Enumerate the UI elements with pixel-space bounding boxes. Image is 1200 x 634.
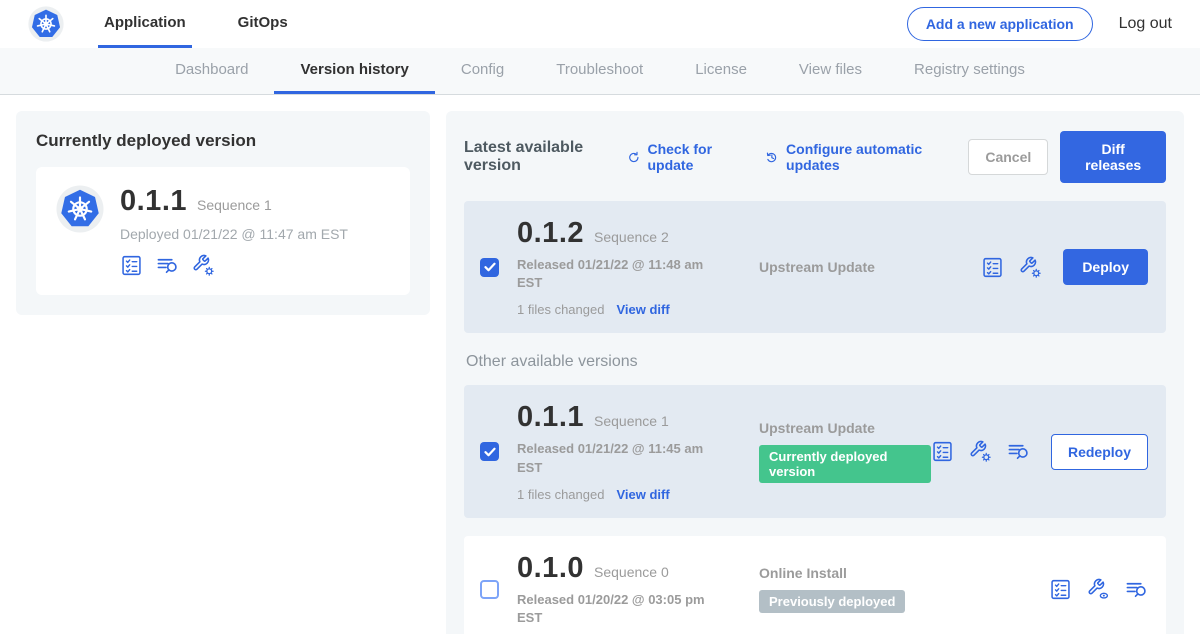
- add-new-application-button[interactable]: Add a new application: [907, 7, 1093, 41]
- version-row-0-1-2: 0.1.2 Sequence 2 Released 01/21/22 @ 11:…: [464, 201, 1166, 333]
- released-timestamp: Released 01/20/22 @ 03:05 pm EST: [517, 591, 717, 627]
- tab-troubleshoot[interactable]: Troubleshoot: [530, 48, 669, 94]
- source-label: Upstream Update: [759, 259, 981, 275]
- app-logo: [28, 0, 64, 48]
- top-tabs: Application GitOps: [98, 0, 294, 48]
- version-actions: Redeploy: [931, 434, 1148, 470]
- logout-link[interactable]: Log out: [1119, 15, 1172, 33]
- version-number: 0.1.0: [517, 552, 584, 585]
- tab-gitops[interactable]: GitOps: [232, 0, 294, 48]
- latest-available-header: Latest available version Check for updat…: [464, 131, 1166, 183]
- deploy-logs-icon[interactable]: [1007, 440, 1030, 463]
- tab-dashboard[interactable]: Dashboard: [149, 48, 274, 94]
- version-row-0-1-1: 0.1.1 Sequence 1 Released 01/21/22 @ 11:…: [464, 385, 1166, 517]
- version-info: 0.1.2 Sequence 2 Released 01/21/22 @ 11:…: [517, 217, 727, 317]
- deployed-timestamp: Deployed 01/21/22 @ 11:47 am EST: [120, 226, 348, 242]
- version-number: 0.1.2: [517, 217, 584, 250]
- sequence-label: Sequence 2: [594, 229, 669, 245]
- deploy-button[interactable]: Deploy: [1063, 249, 1148, 285]
- deployed-version-card: 0.1.1 Sequence 1 Deployed 01/21/22 @ 11:…: [36, 167, 410, 295]
- source-label: Upstream Update: [759, 420, 931, 436]
- available-versions-panel: Latest available version Check for updat…: [446, 111, 1184, 634]
- tab-view-files[interactable]: View files: [773, 48, 888, 94]
- source-label: Online Install: [759, 565, 1049, 581]
- tab-version-history[interactable]: Version history: [274, 48, 434, 94]
- files-changed-label: 1 files changed: [517, 487, 604, 502]
- version-source: Upstream Update Currently deployed versi…: [727, 420, 931, 483]
- preflight-checks-icon[interactable]: [931, 440, 954, 463]
- other-available-versions-title: Other available versions: [466, 353, 1164, 371]
- previously-deployed-badge: Previously deployed: [759, 590, 905, 613]
- sequence-label: Sequence 0: [594, 564, 669, 580]
- released-timestamp: Released 01/21/22 @ 11:45 am EST: [517, 440, 717, 476]
- edit-config-icon[interactable]: [1019, 256, 1042, 279]
- refresh-icon: [627, 149, 641, 166]
- currently-deployed-panel: Currently deployed version 0.1.1 Sequenc…: [16, 111, 430, 315]
- view-diff-link[interactable]: View diff: [616, 302, 669, 317]
- version-source: Online Install Previously deployed: [727, 565, 1049, 613]
- version-checkbox[interactable]: [480, 258, 499, 277]
- clock-refresh-icon: [765, 149, 779, 166]
- top-navbar: Application GitOps Add a new application…: [0, 0, 1200, 48]
- preflight-checks-icon[interactable]: [120, 254, 143, 277]
- deploy-logs-icon[interactable]: [156, 254, 179, 277]
- version-number: 0.1.1: [517, 401, 584, 434]
- currently-deployed-title: Currently deployed version: [36, 131, 410, 151]
- deployed-version-number: 0.1.1: [120, 185, 187, 218]
- tab-registry-settings[interactable]: Registry settings: [888, 48, 1051, 94]
- currently-deployed-badge: Currently deployed version: [759, 445, 931, 483]
- version-actions: [1049, 578, 1148, 601]
- kubernetes-app-icon: [56, 185, 104, 233]
- tab-application[interactable]: Application: [98, 0, 192, 48]
- edit-config-icon[interactable]: [969, 440, 992, 463]
- view-config-icon[interactable]: [1087, 578, 1110, 601]
- view-diff-link[interactable]: View diff: [616, 487, 669, 502]
- admin-console-page: Application GitOps Add a new application…: [0, 0, 1200, 634]
- kubernetes-logo-icon: [28, 6, 64, 42]
- sequence-label: Sequence 1: [594, 413, 669, 429]
- app-subnav: Dashboard Version history Config Trouble…: [0, 48, 1200, 95]
- preflight-checks-icon[interactable]: [1049, 578, 1072, 601]
- released-timestamp: Released 01/21/22 @ 11:48 am EST: [517, 256, 717, 292]
- diff-releases-button[interactable]: Diff releases: [1060, 131, 1166, 183]
- deployed-sequence-label: Sequence 1: [197, 197, 272, 213]
- version-info: 0.1.0 Sequence 0 Released 01/20/22 @ 03:…: [517, 552, 727, 627]
- version-checkbox[interactable]: [480, 580, 499, 599]
- cancel-button[interactable]: Cancel: [968, 139, 1048, 175]
- version-info: 0.1.1 Sequence 1 Released 01/21/22 @ 11:…: [517, 401, 727, 501]
- check-icon: [484, 261, 496, 273]
- tab-license[interactable]: License: [669, 48, 773, 94]
- deployed-version-info: 0.1.1 Sequence 1 Deployed 01/21/22 @ 11:…: [120, 185, 348, 277]
- top-right-actions: Add a new application Log out: [907, 0, 1172, 48]
- latest-available-title: Latest available version: [464, 139, 611, 175]
- check-for-update-link[interactable]: Check for update: [627, 141, 740, 173]
- main-content: Currently deployed version 0.1.1 Sequenc…: [0, 95, 1200, 634]
- files-changed-label: 1 files changed: [517, 302, 604, 317]
- edit-config-icon[interactable]: [192, 254, 215, 277]
- preflight-checks-icon[interactable]: [981, 256, 1004, 279]
- deploy-logs-icon[interactable]: [1125, 578, 1148, 601]
- version-source: Upstream Update: [727, 259, 981, 275]
- version-checkbox[interactable]: [480, 442, 499, 461]
- version-actions: Deploy: [981, 249, 1148, 285]
- configure-automatic-updates-link[interactable]: Configure automatic updates: [765, 141, 942, 173]
- redeploy-button[interactable]: Redeploy: [1051, 434, 1148, 470]
- version-row-0-1-0: 0.1.0 Sequence 0 Released 01/20/22 @ 03:…: [464, 536, 1166, 634]
- tab-config[interactable]: Config: [435, 48, 530, 94]
- check-icon: [484, 446, 496, 458]
